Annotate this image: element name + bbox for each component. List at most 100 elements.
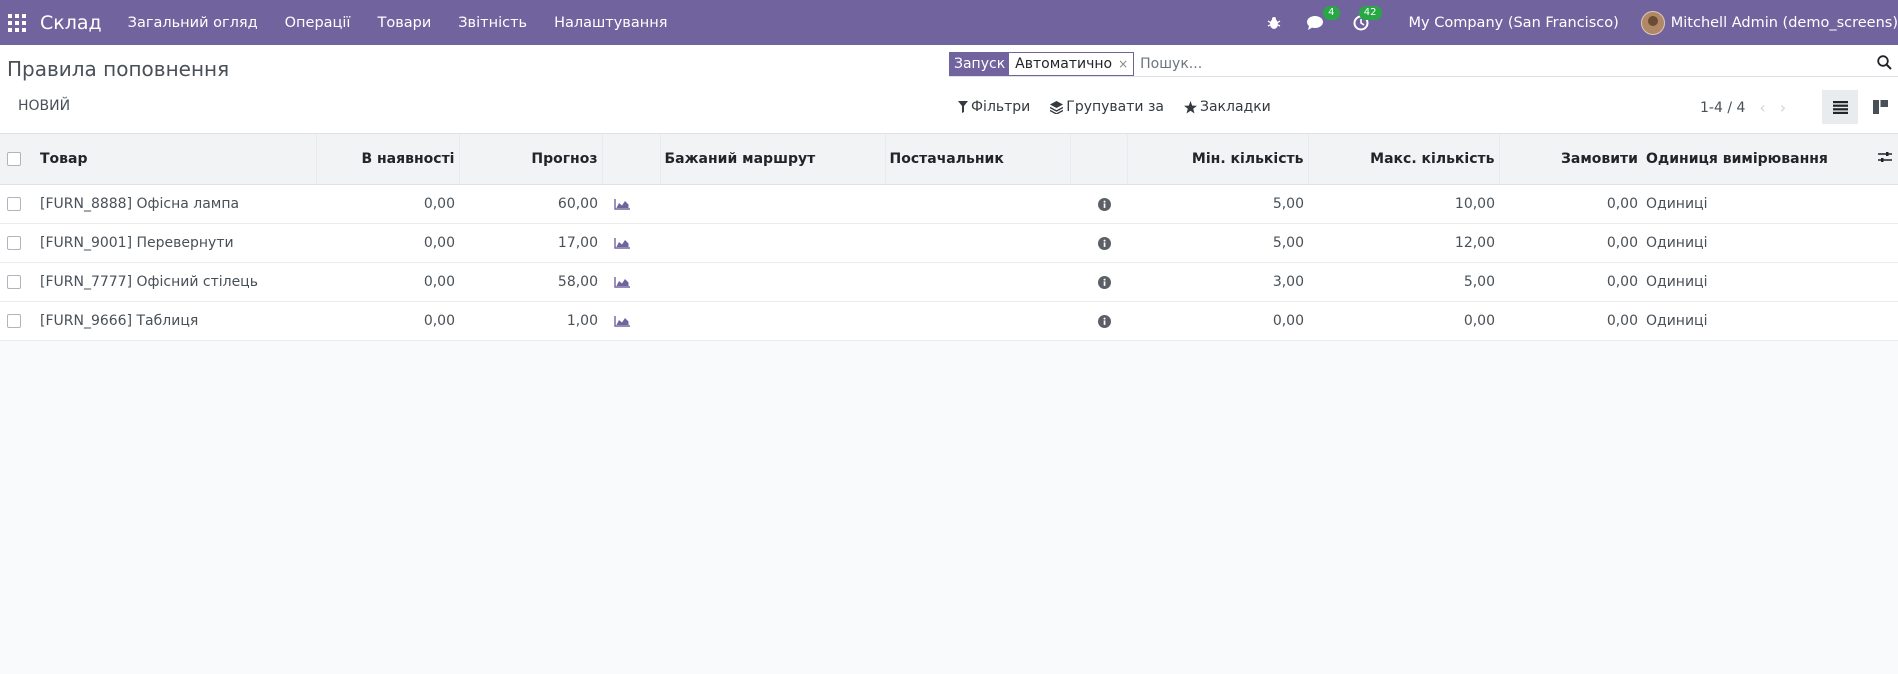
row-checkbox[interactable]: [7, 275, 21, 289]
vendor-cell[interactable]: [885, 301, 1070, 341]
view-switcher: [1822, 90, 1898, 124]
product-cell[interactable]: [FURN_9666] Таблиця: [36, 301, 316, 341]
bug-icon[interactable]: [1267, 16, 1281, 30]
to-order-cell[interactable]: 0,00: [1499, 301, 1642, 341]
on-hand-cell: 0,00: [316, 262, 459, 302]
top-navbar: Склад Загальний огляд Операції Товари Зв…: [0, 0, 1898, 45]
min-qty-cell[interactable]: 5,00: [1127, 184, 1308, 224]
layers-icon: [1050, 100, 1064, 114]
info-icon[interactable]: [1097, 314, 1111, 328]
col-to-order[interactable]: Замовити: [1499, 134, 1642, 185]
preferred-route-cell[interactable]: [660, 223, 885, 263]
new-button[interactable]: НОВИЙ: [18, 98, 70, 114]
clock-icon[interactable]: 42: [1353, 5, 1382, 31]
pager-value[interactable]: 1-4 / 4: [1700, 100, 1745, 116]
on-hand-cell: 0,00: [316, 223, 459, 263]
search-input[interactable]: [1138, 55, 1843, 73]
info-icon[interactable]: [1097, 236, 1111, 250]
preferred-route-cell[interactable]: [660, 184, 885, 224]
column-settings-icon[interactable]: [1878, 151, 1892, 163]
chat-icon[interactable]: 4: [1306, 5, 1340, 31]
kanban-view-icon[interactable]: [1862, 90, 1898, 124]
menu-reporting[interactable]: Звітність: [458, 15, 527, 31]
column-settings-cell: [1872, 134, 1898, 185]
chart-area-icon[interactable]: [614, 237, 630, 249]
search-icon[interactable]: [1877, 55, 1892, 74]
vendor-cell[interactable]: [885, 223, 1070, 263]
col-forecast[interactable]: Прогноз: [459, 134, 603, 185]
max-qty-cell[interactable]: 12,00: [1308, 223, 1499, 263]
menu-configuration[interactable]: Налаштування: [554, 15, 667, 31]
menu-overview[interactable]: Загальний огляд: [128, 15, 258, 31]
menu-products[interactable]: Товари: [377, 15, 431, 31]
forecast-cell: 1,00: [459, 301, 602, 341]
group-by-button[interactable]: Групувати за: [1050, 99, 1164, 115]
table-row[interactable]: [FURN_8888] Офісна лампа 0,00 60,00 5,00…: [0, 184, 1898, 224]
col-min-qty[interactable]: Мін. кількість: [1127, 134, 1309, 185]
forecast-chart-cell: [602, 223, 660, 263]
user-name: Mitchell Admin (demo_screens): [1670, 14, 1898, 31]
company-switcher[interactable]: My Company (San Francisco): [1409, 15, 1619, 31]
max-qty-cell[interactable]: 0,00: [1308, 301, 1499, 341]
forecast-chart-cell: [602, 262, 660, 302]
menu-operations[interactable]: Операції: [285, 15, 351, 31]
col-product[interactable]: Товар: [36, 134, 317, 185]
min-qty-cell[interactable]: 5,00: [1127, 223, 1308, 263]
col-on-hand[interactable]: В наявності: [316, 134, 460, 185]
uom-cell: Одиниці: [1642, 223, 1872, 263]
col-info: [1070, 134, 1128, 185]
product-cell[interactable]: [FURN_7777] Офісний стілець: [36, 262, 316, 302]
col-max-qty[interactable]: Макс. кількість: [1308, 134, 1500, 185]
product-cell[interactable]: [FURN_8888] Офісна лампа: [36, 184, 316, 224]
info-cell: [1070, 262, 1127, 302]
col-preferred-route[interactable]: Бажаний маршрут: [660, 134, 886, 185]
min-qty-cell[interactable]: 3,00: [1127, 262, 1308, 302]
chart-area-icon[interactable]: [614, 276, 630, 288]
select-all-checkbox[interactable]: [7, 152, 21, 166]
star-icon: [1184, 100, 1197, 113]
row-select-cell: [0, 184, 36, 224]
col-vendor[interactable]: Постачальник: [885, 134, 1071, 185]
apps-grid-icon[interactable]: [8, 13, 26, 32]
uom-cell: Одиниці: [1642, 301, 1872, 341]
preferred-route-cell[interactable]: [660, 301, 885, 341]
row-checkbox[interactable]: [7, 236, 21, 250]
row-end-cell: [1872, 301, 1898, 341]
chevron-left-icon[interactable]: ‹: [1759, 98, 1765, 117]
app-brand[interactable]: Склад: [40, 12, 102, 34]
uom-cell: Одиниці: [1642, 262, 1872, 302]
row-select-cell: [0, 262, 36, 302]
row-checkbox[interactable]: [7, 314, 21, 328]
product-cell[interactable]: [FURN_9001] Перевернути: [36, 223, 316, 263]
uom-cell: Одиниці: [1642, 184, 1872, 224]
max-qty-cell[interactable]: 10,00: [1308, 184, 1499, 224]
row-checkbox[interactable]: [7, 197, 21, 211]
list-view-icon[interactable]: [1822, 90, 1858, 124]
to-order-cell[interactable]: 0,00: [1499, 262, 1642, 302]
info-icon[interactable]: [1097, 275, 1111, 289]
info-icon[interactable]: [1097, 197, 1111, 211]
table-row[interactable]: [FURN_9001] Перевернути 0,00 17,00 5,00 …: [0, 223, 1898, 263]
user-menu[interactable]: Mitchell Admin (demo_screens): [1640, 10, 1898, 35]
chart-area-icon[interactable]: [614, 198, 630, 210]
favorites-button[interactable]: Закладки: [1184, 99, 1271, 115]
max-qty-cell[interactable]: 5,00: [1308, 262, 1499, 302]
to-order-cell[interactable]: 0,00: [1499, 223, 1642, 263]
forecast-cell: 60,00: [459, 184, 602, 224]
filters-button[interactable]: Фільтри: [958, 99, 1030, 115]
to-order-cell[interactable]: 0,00: [1499, 184, 1642, 224]
chevron-right-icon[interactable]: ›: [1780, 98, 1786, 117]
page-title: Правила поповнення: [7, 57, 230, 81]
chart-area-icon[interactable]: [614, 315, 630, 327]
vendor-cell[interactable]: [885, 184, 1070, 224]
col-uom[interactable]: Одиниця вимірювання: [1642, 134, 1872, 185]
row-end-cell: [1872, 223, 1898, 263]
min-qty-cell[interactable]: 0,00: [1127, 301, 1308, 341]
forecast-cell: 58,00: [459, 262, 602, 302]
preferred-route-cell[interactable]: [660, 262, 885, 302]
vendor-cell[interactable]: [885, 262, 1070, 302]
replenishment-table: Товар В наявності Прогноз Бажаний маршру…: [0, 134, 1898, 341]
facet-remove-icon[interactable]: ×: [1118, 57, 1128, 71]
table-row[interactable]: [FURN_7777] Офісний стілець 0,00 58,00 3…: [0, 262, 1898, 302]
table-row[interactable]: [FURN_9666] Таблиця 0,00 1,00 0,00 0,00 …: [0, 301, 1898, 341]
